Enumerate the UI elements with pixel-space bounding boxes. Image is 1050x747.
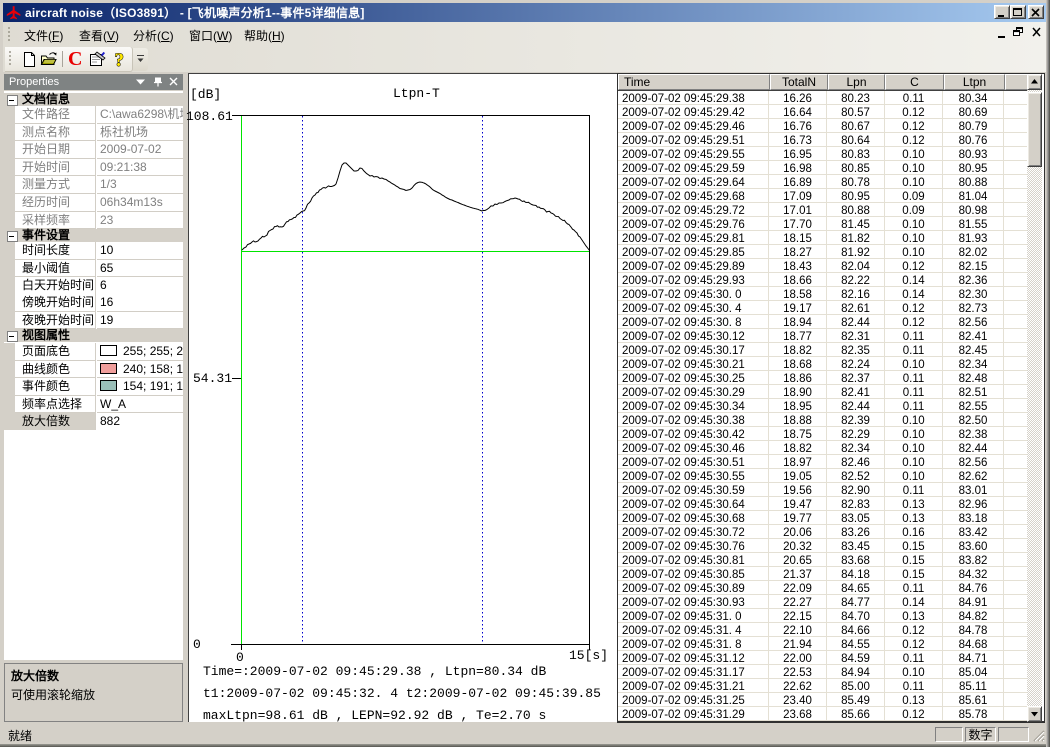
- svg-text:?: ?: [115, 51, 125, 68]
